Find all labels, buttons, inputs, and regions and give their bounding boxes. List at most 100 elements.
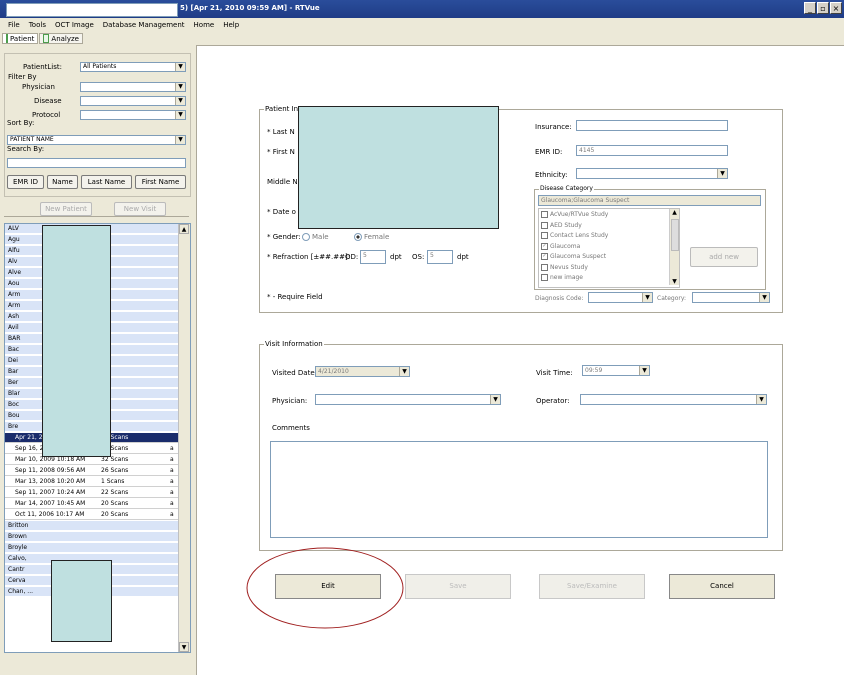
redacted-names bbox=[42, 225, 111, 457]
gender-female-radio[interactable]: Female bbox=[354, 233, 389, 241]
add-new-category-button[interactable]: add new bbox=[690, 247, 758, 267]
name-button[interactable]: Name bbox=[47, 175, 78, 189]
operator-select[interactable]: ▼ bbox=[580, 394, 767, 405]
menu-bar: File Tools OCT Image Database Management… bbox=[0, 18, 844, 31]
dob-label: * Date o bbox=[267, 208, 296, 216]
patient-list-select[interactable]: All Patients ▼ bbox=[80, 62, 186, 72]
os-label: OS: bbox=[412, 253, 425, 261]
redacted-names bbox=[51, 560, 112, 642]
visit-row[interactable]: Sep 11, 2007 10:24 AM 22 Scans a bbox=[5, 488, 178, 498]
disease-category-checkbox[interactable]: new image bbox=[541, 274, 583, 281]
physician-select[interactable]: ▼ bbox=[315, 394, 501, 405]
visit-time-value: 09:59 bbox=[585, 367, 603, 374]
visit-date: Sep 11, 2007 10:24 AM bbox=[15, 489, 86, 496]
minimize-button[interactable]: _ bbox=[804, 2, 816, 14]
disease-category-list[interactable]: AcVue/RTVue Study AED Study Contact Lens S… bbox=[538, 208, 680, 288]
patient-tree-list[interactable]: ALV Agu Alfu Alv Alve Aou Arm Arm Ash Avil BAR Bac D… bbox=[4, 223, 191, 653]
sort-by-value: PATIENT NAME bbox=[10, 136, 54, 143]
visit-scans: 26 Scans bbox=[101, 467, 129, 474]
physician-label: Physician: bbox=[272, 397, 308, 405]
menu-home[interactable]: Home bbox=[194, 21, 215, 29]
disease-category-checkbox[interactable]: Contact Lens Study bbox=[541, 232, 608, 239]
patient-info-legend: Patient In bbox=[264, 105, 300, 113]
scroll-up-icon[interactable]: ▲ bbox=[179, 224, 189, 234]
scroll-thumb[interactable] bbox=[671, 219, 679, 251]
chevron-down-icon: ▼ bbox=[490, 395, 500, 404]
disease-category-checkbox[interactable]: ✓ Glaucoma bbox=[541, 242, 580, 250]
insurance-label: Insurance: bbox=[535, 123, 572, 131]
checkbox-icon bbox=[541, 211, 548, 218]
patient-row[interactable]: Brown bbox=[5, 532, 178, 542]
visit-scans: 22 Scans bbox=[101, 489, 129, 496]
od-refraction-input[interactable]: 5 bbox=[360, 250, 386, 264]
category-scrollbar[interactable]: ▲ ▼ bbox=[669, 209, 679, 285]
sort-by-select[interactable]: PATIENT NAME ▼ bbox=[7, 135, 186, 145]
menu-tools[interactable]: Tools bbox=[29, 21, 46, 29]
visit-time-input[interactable]: 09:59 ▼ bbox=[582, 365, 650, 376]
menu-database-management[interactable]: Database Management bbox=[103, 21, 185, 29]
menu-help[interactable]: Help bbox=[223, 21, 239, 29]
emr-id-input[interactable]: 4145 bbox=[576, 145, 728, 156]
search-input[interactable] bbox=[7, 158, 186, 168]
visit-row[interactable]: Mar 13, 2008 10:20 AM 1 Scans a bbox=[5, 477, 178, 487]
scroll-up-icon[interactable]: ▲ bbox=[670, 209, 679, 216]
visit-row[interactable]: Oct 11, 2006 10:17 AM 20 Scans a bbox=[5, 510, 178, 520]
disease-category-checkbox[interactable]: Nevus Study bbox=[541, 263, 588, 271]
disease-category-checkbox[interactable]: AED Study bbox=[541, 221, 582, 229]
tab-analyze[interactable]: Analyze bbox=[39, 33, 83, 44]
save-examine-button[interactable]: Save/Examine bbox=[539, 574, 645, 599]
save-button[interactable]: Save bbox=[405, 574, 511, 599]
radio-icon bbox=[302, 233, 310, 241]
emr-id-label: EMR ID: bbox=[535, 148, 563, 156]
sort-by-label: Sort By: bbox=[7, 119, 35, 127]
physician-filter-select[interactable]: ▼ bbox=[80, 82, 186, 92]
menu-oct-image[interactable]: OCT Image bbox=[55, 21, 94, 29]
close-button[interactable]: × bbox=[830, 2, 842, 14]
operator-label: Operator: bbox=[536, 397, 570, 405]
chevron-down-icon: ▼ bbox=[175, 83, 185, 91]
scroll-down-icon[interactable]: ▼ bbox=[179, 642, 189, 652]
protocol-filter-select[interactable]: ▼ bbox=[80, 110, 186, 120]
annotation-circle bbox=[246, 547, 404, 629]
first-name-button[interactable]: First Name bbox=[135, 175, 186, 189]
ethnicity-select[interactable]: ▼ bbox=[576, 168, 728, 179]
cancel-button[interactable]: Cancel bbox=[669, 574, 775, 599]
disease-category-checkbox[interactable]: AcVue/RTVue Study bbox=[541, 211, 608, 218]
list-scrollbar[interactable]: ▲ ▼ bbox=[178, 224, 190, 652]
od-dpt-label: dpt bbox=[390, 253, 402, 261]
gender-male-radio[interactable]: Male bbox=[302, 233, 329, 241]
visit-row[interactable]: Mar 14, 2007 10:45 AM 20 Scans a bbox=[5, 499, 178, 509]
checkbox-icon: ✓ bbox=[541, 242, 548, 250]
maximize-button[interactable]: ▫ bbox=[817, 2, 829, 14]
diagnosis-code-select[interactable]: ▼ bbox=[588, 292, 653, 303]
last-name-button[interactable]: Last Name bbox=[81, 175, 132, 189]
disease-filter-select[interactable]: ▼ bbox=[80, 96, 186, 106]
category-select[interactable]: ▼ bbox=[692, 292, 770, 303]
scroll-down-icon[interactable]: ▼ bbox=[670, 278, 679, 285]
chevron-down-icon: ▼ bbox=[642, 293, 652, 302]
new-patient-button[interactable]: New Patient bbox=[40, 202, 92, 216]
disease-category-checkbox[interactable]: ✓ Glaucoma Suspect bbox=[541, 253, 606, 260]
redacted-title bbox=[6, 3, 178, 17]
visited-date-label: Visited Date: bbox=[272, 369, 317, 377]
tab-patient[interactable]: Patient bbox=[2, 33, 38, 44]
window-controls: _ ▫ × bbox=[804, 2, 842, 14]
diagnosis-code-label: Diagnosis Code: bbox=[535, 295, 584, 302]
analyze-icon bbox=[43, 34, 50, 43]
patient-row[interactable]: Broyle bbox=[5, 543, 178, 553]
visit-row[interactable]: Sep 11, 2008 09:56 AM 26 Scans a bbox=[5, 466, 178, 476]
new-visit-button[interactable]: New Visit bbox=[114, 202, 166, 216]
visit-scans: 20 Scans bbox=[101, 500, 129, 507]
female-label: Female bbox=[364, 233, 390, 241]
emr-id-button[interactable]: EMR ID bbox=[7, 175, 44, 189]
comments-label: Comments bbox=[272, 424, 310, 432]
insurance-input[interactable] bbox=[576, 120, 728, 131]
visited-date-picker[interactable]: 4/21/2010 ▼ bbox=[315, 366, 410, 377]
visit-flag: a bbox=[170, 445, 174, 452]
os-refraction-input[interactable]: 5 bbox=[427, 250, 453, 264]
menu-file[interactable]: File bbox=[8, 21, 20, 29]
window-title: 5) [Apr 21, 2010 09:59 AM] - RTVue bbox=[180, 4, 320, 12]
comments-textarea[interactable] bbox=[270, 441, 768, 538]
patient-row[interactable]: Britton bbox=[5, 521, 178, 531]
first-name-label: * First N bbox=[267, 148, 295, 156]
